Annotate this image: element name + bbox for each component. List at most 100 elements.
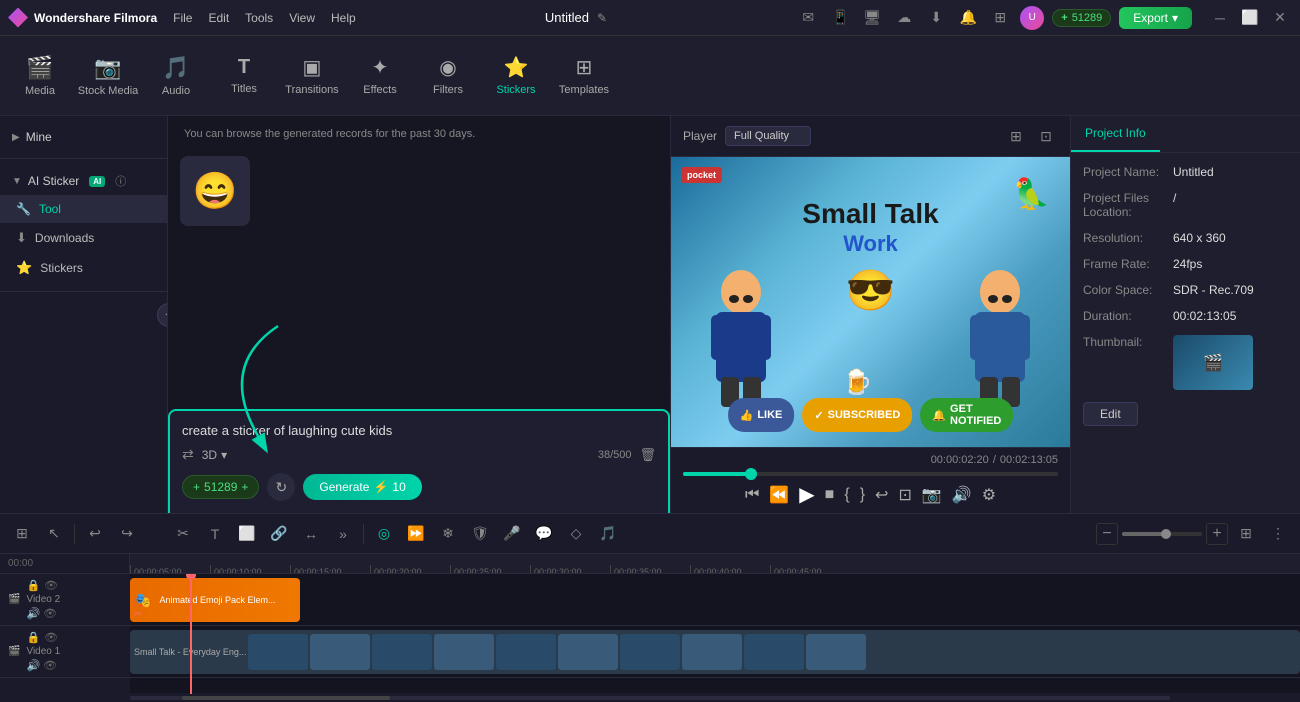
tool-filters[interactable]: ◉ Filters: [416, 41, 480, 111]
scrollbar-track[interactable]: [130, 696, 1170, 700]
mine-section-header[interactable]: ▶ Mine: [0, 124, 167, 150]
beatmark-icon[interactable]: 🎵: [594, 520, 622, 548]
apps-icon[interactable]: ⊞: [988, 6, 1012, 30]
export-button[interactable]: Export ▾: [1119, 7, 1192, 29]
sidebar-item-downloads[interactable]: ⬇ Downloads: [0, 223, 167, 253]
tool-stickers[interactable]: ⭐ Stickers: [484, 41, 548, 111]
refresh-button[interactable]: ↻: [267, 473, 295, 501]
bracket-right-icon[interactable]: }: [860, 486, 865, 504]
zoom-slider[interactable]: [1122, 532, 1202, 536]
notify-button[interactable]: 🔔 GET NOTIFIED: [920, 398, 1013, 432]
clip-video2[interactable]: 🎭 Animated Emoji Pack Elem... ✂: [130, 578, 300, 622]
snapshot-icon[interactable]: 📷: [922, 485, 942, 505]
text-icon[interactable]: T: [201, 520, 229, 548]
zoom-in-button[interactable]: +: [1206, 523, 1228, 545]
menu-view[interactable]: View: [289, 11, 315, 25]
maximize-button[interactable]: ⬜: [1238, 6, 1262, 30]
grid-view-icon[interactable]: ⊞: [1004, 124, 1028, 148]
menu-edit[interactable]: Edit: [208, 11, 229, 25]
undo-icon[interactable]: ↩: [81, 520, 109, 548]
loop-icon[interactable]: ↩: [875, 485, 888, 505]
like-button[interactable]: 👍 LIKE: [728, 398, 795, 432]
collapse-panel-button[interactable]: ◀: [157, 303, 168, 327]
more-icon[interactable]: »: [329, 520, 357, 548]
style-selector[interactable]: 3D ▾: [202, 448, 227, 462]
track2-eye-icon[interactable]: 👁: [44, 579, 58, 592]
crop-icon[interactable]: ⬜: [233, 520, 261, 548]
shuffle-icon[interactable]: ⇄: [182, 446, 194, 463]
sticker-item[interactable]: 😄: [180, 156, 250, 226]
ai-sticker-header[interactable]: ▼ AI Sticker AI ⓘ: [0, 167, 167, 195]
info-icon[interactable]: ⓘ: [115, 173, 126, 189]
menu-tools[interactable]: Tools: [245, 11, 273, 25]
bell-icon[interactable]: 🔔: [956, 6, 980, 30]
track2-lock-icon[interactable]: 🔒: [26, 579, 40, 592]
track1-visible-icon[interactable]: 👁: [43, 659, 57, 672]
cut-icon[interactable]: ✂: [169, 520, 197, 548]
tool-transitions[interactable]: ▣ Transitions: [280, 41, 344, 111]
speed-icon[interactable]: ⏩: [402, 520, 430, 548]
tool-media[interactable]: 🎬 Media: [8, 41, 72, 111]
grid-tl-icon[interactable]: ⊞: [1232, 520, 1260, 548]
voiceover-icon[interactable]: 🎤: [498, 520, 526, 548]
link-icon[interactable]: 🔗: [265, 520, 293, 548]
track2-visible-icon[interactable]: 👁: [43, 607, 57, 620]
mask-icon[interactable]: 🛡: [466, 520, 494, 548]
play-button[interactable]: ▶: [799, 482, 814, 507]
volume-icon[interactable]: 🔊: [952, 485, 972, 505]
transition-tl-icon[interactable]: ↔: [297, 520, 325, 548]
tool-titles[interactable]: T Titles: [212, 41, 276, 111]
sticker-tl-icon[interactable]: ◎: [370, 520, 398, 548]
menu-file[interactable]: File: [173, 11, 192, 25]
sidebar-item-tool[interactable]: 🔧 Tool: [0, 195, 167, 223]
zoom-out-button[interactable]: −: [1096, 523, 1118, 545]
track1-eye-icon[interactable]: 👁: [44, 631, 58, 644]
send-icon[interactable]: ✉: [796, 6, 820, 30]
tool-templates[interactable]: ⊞ Templates: [552, 41, 616, 111]
split-view-icon[interactable]: ⊞: [8, 520, 36, 548]
bracket-left-icon[interactable]: {: [844, 486, 849, 504]
download-icon[interactable]: ⬇: [924, 6, 948, 30]
close-button[interactable]: ✕: [1268, 6, 1292, 30]
tool-audio[interactable]: 🎵 Audio: [144, 41, 208, 111]
tab-project-info[interactable]: Project Info: [1071, 116, 1160, 152]
monitor-icon[interactable]: 🖥: [860, 6, 884, 30]
playhead[interactable]: [190, 574, 192, 694]
minimize-button[interactable]: ─: [1208, 6, 1232, 30]
settings-icon[interactable]: ⚙: [982, 485, 996, 505]
quality-select[interactable]: Full Quality 1/2 Quality 1/4 Quality: [725, 126, 811, 146]
playback-timeline[interactable]: [683, 472, 1058, 476]
points-cost-button[interactable]: + 51289 +: [182, 475, 259, 499]
delete-icon[interactable]: 🗑: [639, 447, 656, 463]
freeze-icon[interactable]: ❄: [434, 520, 462, 548]
keyframe-icon[interactable]: ◇: [562, 520, 590, 548]
track2-audio-icon[interactable]: 🔊: [26, 607, 40, 620]
stop-icon[interactable]: ■: [825, 486, 835, 504]
menu-help[interactable]: Help: [331, 11, 356, 25]
track1-lock-icon[interactable]: 🔒: [26, 631, 40, 644]
redo-icon[interactable]: ↪: [113, 520, 141, 548]
subscribe-button[interactable]: ✓ SUBSCRIBED: [802, 398, 912, 432]
clip-video1[interactable]: Small Talk - Everyday Eng...: [130, 630, 1300, 674]
title-edit-icon[interactable]: ✎: [597, 11, 607, 25]
step-back-icon[interactable]: ⏪: [769, 485, 789, 505]
points-badge[interactable]: + 51289: [1052, 9, 1111, 27]
scrollbar-thumb[interactable]: [182, 696, 390, 700]
skip-back-icon[interactable]: ⏮: [745, 486, 759, 504]
generate-button[interactable]: Generate ⚡ 10: [303, 474, 421, 500]
more-options-icon[interactable]: ⋮: [1264, 520, 1292, 548]
select-tool-icon[interactable]: ↖: [40, 520, 68, 548]
tool-effects[interactable]: ✦ Effects: [348, 41, 412, 111]
track1-audio-icon[interactable]: 🔊: [26, 659, 40, 672]
pip-icon[interactable]: ⊡: [898, 485, 911, 505]
tool-stock-media[interactable]: 📷 Stock Media: [76, 41, 140, 111]
project-title[interactable]: Untitled: [545, 10, 589, 25]
edit-thumbnail-button[interactable]: Edit: [1083, 402, 1138, 426]
expand-view-icon[interactable]: ⊡: [1034, 124, 1058, 148]
cloud-icon[interactable]: ☁: [892, 6, 916, 30]
sidebar-item-stickers[interactable]: ⭐ Stickers: [0, 253, 167, 283]
playback-thumb[interactable]: [745, 468, 757, 480]
phone-icon[interactable]: 📱: [828, 6, 852, 30]
avatar[interactable]: U: [1020, 6, 1044, 30]
subtitles-icon[interactable]: 💬: [530, 520, 558, 548]
